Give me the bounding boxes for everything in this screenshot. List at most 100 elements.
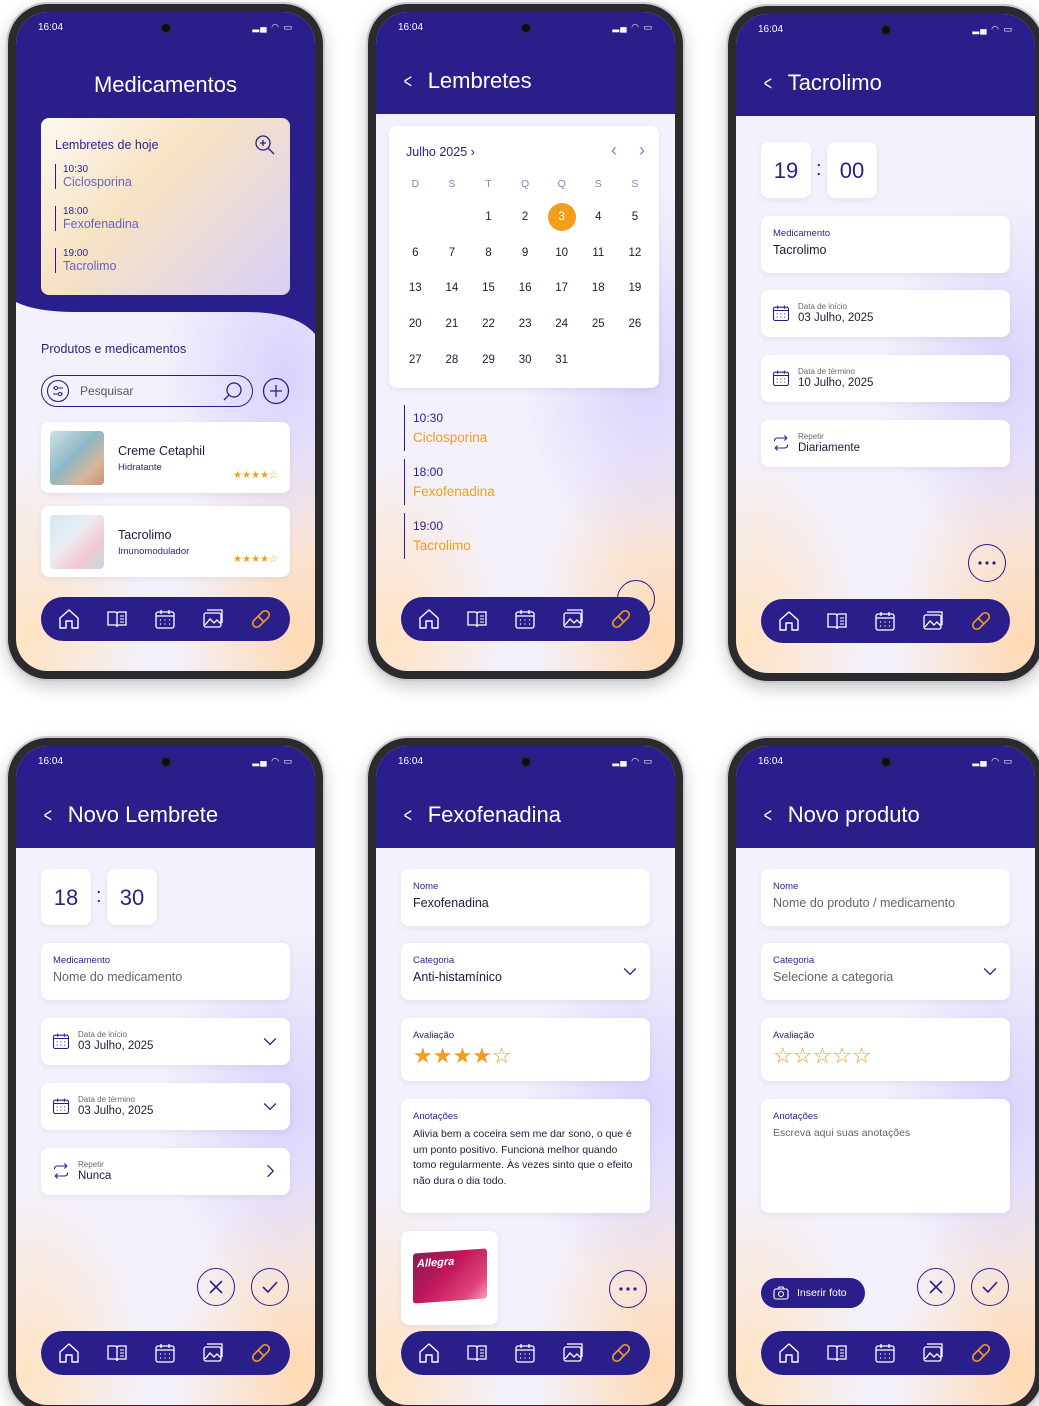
calendar-day[interactable]: 10 xyxy=(548,239,576,267)
home-icon[interactable] xyxy=(57,1341,81,1365)
calendar-day[interactable]: 5 xyxy=(621,203,649,231)
calendar-day[interactable]: 14 xyxy=(438,274,466,302)
calendar-day[interactable]: 17 xyxy=(548,274,576,302)
book-icon[interactable] xyxy=(825,1341,849,1365)
more-options-button[interactable] xyxy=(609,1270,647,1308)
gallery-icon[interactable] xyxy=(561,1341,585,1365)
pill-icon[interactable] xyxy=(609,607,633,631)
calendar-day[interactable]: 16 xyxy=(511,274,539,302)
calendar-icon[interactable] xyxy=(153,607,177,631)
calendar-day[interactable]: 2 xyxy=(511,203,539,231)
end-date-field[interactable]: Data de término 10 Julho, 2025 xyxy=(761,355,1010,402)
calendar-day[interactable]: 23 xyxy=(511,310,539,338)
cancel-button[interactable] xyxy=(917,1268,955,1306)
cancel-button[interactable] xyxy=(197,1268,235,1306)
hour-field[interactable]: 19 xyxy=(761,142,811,198)
pill-icon[interactable] xyxy=(609,1341,633,1365)
product-photo[interactable]: Allegra xyxy=(401,1231,498,1325)
home-icon[interactable] xyxy=(417,1341,441,1365)
calendar-day[interactable]: 24 xyxy=(548,310,576,338)
minute-field[interactable]: 00 xyxy=(827,142,877,198)
reminder-item[interactable]: 19:00 Tacrolimo xyxy=(404,513,495,559)
start-date-field[interactable]: Data de início 03 Julho, 2025 xyxy=(41,1018,290,1065)
gallery-icon[interactable] xyxy=(561,607,585,631)
gallery-icon[interactable] xyxy=(201,607,225,631)
calendar-day[interactable]: 12 xyxy=(621,239,649,267)
home-icon[interactable] xyxy=(777,1341,801,1365)
gallery-icon[interactable] xyxy=(921,609,945,633)
hour-field[interactable]: 18 xyxy=(41,869,91,925)
month-selector[interactable]: Julho 2025 › xyxy=(406,145,475,159)
calendar-day[interactable]: 11 xyxy=(584,239,612,267)
back-icon[interactable]: < xyxy=(404,71,412,94)
calendar-icon[interactable] xyxy=(873,609,897,633)
calendar-day[interactable]: 15 xyxy=(475,274,503,302)
repeat-field[interactable]: Repetir Nunca xyxy=(41,1148,290,1195)
start-date-field[interactable]: Data de início 03 Julho, 2025 xyxy=(761,290,1010,337)
calendar-day[interactable]: 1 xyxy=(475,203,503,231)
more-options-button[interactable] xyxy=(968,544,1006,582)
filter-icon[interactable] xyxy=(46,379,70,403)
notes-field[interactable]: Anotações Escreva aqui suas anotações xyxy=(761,1099,1010,1213)
pill-icon[interactable] xyxy=(969,1341,993,1365)
gallery-icon[interactable] xyxy=(921,1341,945,1365)
book-icon[interactable] xyxy=(825,609,849,633)
insert-photo-button[interactable]: Inserir foto xyxy=(761,1278,865,1308)
calendar-day[interactable]: 18 xyxy=(584,274,612,302)
back-icon[interactable]: < xyxy=(764,805,772,828)
product-card[interactable]: Tacrolimo Imunomodulador ★★★★☆ xyxy=(41,506,290,577)
rating-stars[interactable]: ★★★★☆ xyxy=(413,1043,638,1069)
end-date-field[interactable]: Data de término 03 Julho, 2025 xyxy=(41,1083,290,1130)
confirm-button[interactable] xyxy=(971,1268,1009,1306)
chevron-down-icon[interactable] xyxy=(620,961,640,981)
calendar-day[interactable]: 30 xyxy=(511,346,539,374)
calendar-day[interactable]: 29 xyxy=(475,346,503,374)
gallery-icon[interactable] xyxy=(201,1341,225,1365)
chevron-down-icon[interactable] xyxy=(260,1031,280,1051)
rating-stars[interactable]: ☆☆☆☆☆ xyxy=(773,1043,998,1069)
rating-field[interactable]: Avaliação ★★★★☆ xyxy=(401,1018,650,1081)
chevron-down-icon[interactable] xyxy=(260,1096,280,1116)
search-bar[interactable]: Pesquisar xyxy=(41,375,253,407)
medication-field[interactable]: Medicamento Nome do medicamento xyxy=(41,943,290,1000)
book-icon[interactable] xyxy=(105,1341,129,1365)
today-item[interactable]: 19:00 Tacrolimo xyxy=(55,248,117,273)
next-month-icon[interactable]: › xyxy=(639,140,645,161)
calendar-day[interactable]: 13 xyxy=(401,274,429,302)
calendar-day[interactable]: 4 xyxy=(584,203,612,231)
calendar-day[interactable]: 20 xyxy=(401,310,429,338)
pill-icon[interactable] xyxy=(969,609,993,633)
calendar-day[interactable]: 25 xyxy=(584,310,612,338)
chevron-right-icon[interactable] xyxy=(260,1161,280,1181)
calendar-icon[interactable] xyxy=(513,1341,537,1365)
calendar-day[interactable]: 6 xyxy=(401,239,429,267)
confirm-button[interactable] xyxy=(251,1268,289,1306)
pill-icon[interactable] xyxy=(249,1341,273,1365)
notes-field[interactable]: Anotações Alivia bem a coceira sem me da… xyxy=(401,1099,650,1213)
search-icon[interactable] xyxy=(222,380,244,402)
calendar-day[interactable]: 9 xyxy=(511,239,539,267)
calendar-icon[interactable] xyxy=(513,607,537,631)
add-product-icon[interactable] xyxy=(262,377,290,405)
medication-field[interactable]: Medicamento Tacrolimo xyxy=(761,216,1010,273)
home-icon[interactable] xyxy=(777,609,801,633)
today-item[interactable]: 18:00 Fexofenadina xyxy=(55,206,139,231)
chevron-down-icon[interactable] xyxy=(980,961,1000,981)
calendar-day[interactable]: 27 xyxy=(401,346,429,374)
calendar-icon[interactable] xyxy=(153,1341,177,1365)
rating-field[interactable]: Avaliação ☆☆☆☆☆ xyxy=(761,1018,1010,1081)
calendar-day[interactable]: 19 xyxy=(621,274,649,302)
calendar-day[interactable]: 22 xyxy=(475,310,503,338)
repeat-field[interactable]: Repetir Diariamente xyxy=(761,420,1010,467)
back-icon[interactable]: < xyxy=(404,805,412,828)
minute-field[interactable]: 30 xyxy=(107,869,157,925)
book-icon[interactable] xyxy=(105,607,129,631)
back-icon[interactable]: < xyxy=(44,805,52,828)
calendar-day[interactable]: 21 xyxy=(438,310,466,338)
calendar-icon[interactable] xyxy=(873,1341,897,1365)
reminder-item[interactable]: 10:30 Ciclosporina xyxy=(404,405,495,451)
book-icon[interactable] xyxy=(465,607,489,631)
home-icon[interactable] xyxy=(57,607,81,631)
calendar-day[interactable]: 31 xyxy=(548,346,576,374)
calendar-day[interactable]: 26 xyxy=(621,310,649,338)
